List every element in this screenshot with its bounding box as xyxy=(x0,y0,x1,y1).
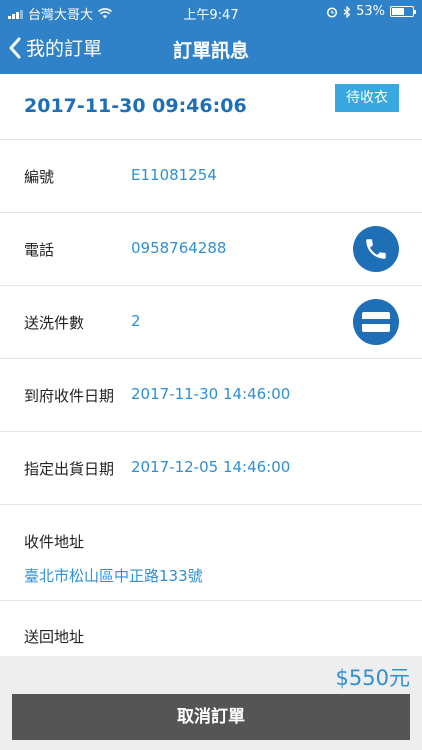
phone-icon xyxy=(366,239,386,259)
field-label: 到府收件日期 xyxy=(24,387,115,405)
pickup-address: 臺北市松山區中正路133號 xyxy=(24,567,203,585)
return-address-label: 送回地址 xyxy=(24,628,85,646)
pickup-address-label: 收件地址 xyxy=(24,533,85,551)
field-row-delivery-date: 指定出貨日期 2017-12-05 14:46:00 xyxy=(0,432,422,505)
field-label: 指定出貨日期 xyxy=(24,460,115,478)
order-number: E11081254 xyxy=(131,166,217,184)
order-date-row: 2017-11-30 09:46:06 待收衣 xyxy=(0,74,422,140)
order-detail: 2017-11-30 09:46:06 待收衣 編號 E11081254 電話 … xyxy=(0,74,422,661)
page-title: 訂單訊息 xyxy=(172,40,249,62)
app-header: 台灣大哥大 上午9:47 53% 我的訂單 訂單訊息 xyxy=(0,0,422,74)
field-label: 編號 xyxy=(24,168,55,186)
call-button[interactable] xyxy=(353,226,399,272)
total-price: $550元 xyxy=(335,666,410,690)
alarm-icon xyxy=(327,6,338,18)
field-row-quantity: 送洗件數 2 xyxy=(0,286,422,359)
field-row-number: 編號 E11081254 xyxy=(0,140,422,213)
cancel-order-button[interactable]: 取消訂單 xyxy=(12,694,410,740)
pickup-address-row: 收件地址 臺北市松山區中正路133號 xyxy=(0,505,422,601)
field-label: 送洗件數 xyxy=(24,314,85,332)
status-bar: 台灣大哥大 上午9:47 53% xyxy=(0,0,422,24)
item-count: 2 xyxy=(131,312,141,330)
pickup-date: 2017-11-30 14:46:00 xyxy=(131,385,291,403)
status-badge: 待收衣 xyxy=(335,84,399,112)
items-detail-button[interactable] xyxy=(353,299,399,345)
field-row-pickup-date: 到府收件日期 2017-11-30 14:46:00 xyxy=(0,359,422,432)
phone-number[interactable]: 0958764288 xyxy=(131,239,226,257)
battery-percent: 53% xyxy=(356,4,385,19)
delivery-date: 2017-12-05 14:46:00 xyxy=(131,458,291,476)
navigation-bar: 我的訂單 訂單訊息 xyxy=(0,24,422,74)
field-row-phone: 電話 0958764288 xyxy=(0,213,422,286)
return-address-row: 送回地址 xyxy=(0,601,422,661)
card-icon xyxy=(362,312,390,332)
field-label: 電話 xyxy=(24,241,55,259)
footer-bar: $550元 取消訂單 xyxy=(0,656,422,750)
battery-icon xyxy=(390,6,416,17)
order-datetime: 2017-11-30 09:46:06 xyxy=(24,95,247,117)
bluetooth-icon xyxy=(343,5,351,18)
